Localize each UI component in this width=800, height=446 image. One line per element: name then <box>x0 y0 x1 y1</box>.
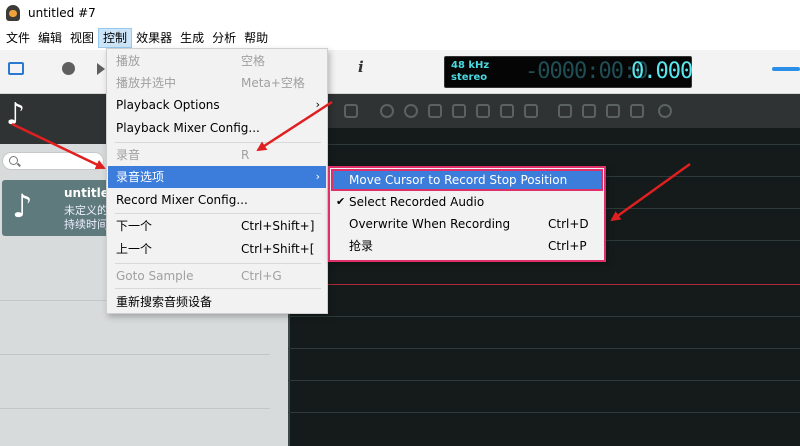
menu-item-playback-mixer-config[interactable]: Playback Mixer Config... <box>108 117 326 139</box>
menu-help[interactable]: 帮助 <box>240 28 272 48</box>
submenu-item-select-recorded-audio[interactable]: ✔ Select Recorded Audio <box>331 191 603 213</box>
undo-icon[interactable] <box>380 104 394 118</box>
time-display: 48 kHz stereo -0000:00:0 0.000 <box>444 56 693 88</box>
menu-item-play[interactable]: 播放 空格 <box>108 50 326 72</box>
delete-icon[interactable] <box>500 104 514 118</box>
music-note-icon: ♪ <box>6 97 26 132</box>
editor-toolbar <box>288 94 800 128</box>
time-readout-dim: -0000:00:0 <box>525 59 648 84</box>
menu-bar: 文件 编辑 视图 控制 效果器 生成 分析 帮助 <box>0 28 800 48</box>
record-icon[interactable] <box>62 62 75 75</box>
chevron-right-icon: › <box>315 98 320 111</box>
window-title: untitled #7 <box>28 6 96 20</box>
menu-file[interactable]: 文件 <box>2 28 34 48</box>
menu-item-record[interactable]: 录音 R <box>108 144 326 166</box>
menu-separator <box>115 213 321 214</box>
title-bar: untitled #7 <box>0 0 800 26</box>
crop-icon[interactable] <box>524 104 538 118</box>
grid-line <box>288 316 800 317</box>
menu-item-next[interactable]: 下一个 Ctrl+Shift+] <box>108 215 326 237</box>
sample-search-input[interactable] <box>2 152 104 170</box>
checkmark-icon: ✔ <box>336 195 346 208</box>
fade-out-icon[interactable] <box>630 104 644 118</box>
menu-item-goto-sample[interactable]: Goto Sample Ctrl+G <box>108 265 326 287</box>
app-logo-icon <box>6 5 20 21</box>
menu-item-playback-options[interactable]: Playback Options › <box>108 94 326 116</box>
grid-line <box>288 412 800 413</box>
music-note-icon: ♪ <box>12 187 33 225</box>
fade-in-icon[interactable] <box>606 104 620 118</box>
channel-separator <box>288 284 800 285</box>
submenu-item-overwrite-when-recording[interactable]: Overwrite When Recording Ctrl+D <box>331 213 603 235</box>
menu-view[interactable]: 视图 <box>66 28 98 48</box>
control-menu-dropdown: 播放 空格 播放并选中 Meta+空格 Playback Options › P… <box>106 48 328 314</box>
record-options-submenu: Move Cursor to Record Stop Position ✔ Se… <box>328 166 606 262</box>
list-divider <box>0 408 270 409</box>
menu-item-previous[interactable]: 上一个 Ctrl+Shift+[ <box>108 238 326 260</box>
cut-icon[interactable] <box>428 104 442 118</box>
redo-icon[interactable] <box>404 104 418 118</box>
layout-toggle-icon[interactable] <box>8 62 24 75</box>
level-meter[interactable] <box>772 67 800 71</box>
menu-separator <box>115 142 321 143</box>
channels-label: stereo <box>451 72 488 83</box>
submenu-item-move-cursor-to-record-stop[interactable]: Move Cursor to Record Stop Position <box>331 169 603 191</box>
menu-generate[interactable]: 生成 <box>176 28 208 48</box>
menu-effects[interactable]: 效果器 <box>132 28 176 48</box>
menu-analyze[interactable]: 分析 <box>208 28 240 48</box>
info-icon[interactable]: i <box>358 58 364 76</box>
menu-control[interactable]: 控制 <box>98 28 133 48</box>
menu-item-record-options[interactable]: 录音选项 › <box>108 166 326 188</box>
menu-item-rescan-audio-devices[interactable]: 重新搜索音频设备 <box>108 291 326 313</box>
waveform-editor[interactable] <box>288 94 800 446</box>
submenu-item-punch-record[interactable]: 抢录 Ctrl+P <box>331 235 603 257</box>
grid-line <box>288 380 800 381</box>
silence-icon[interactable] <box>558 104 572 118</box>
sample-rate-label: 48 kHz <box>451 60 490 71</box>
sample-duration: 持续时间 <box>64 218 108 231</box>
copy-icon[interactable] <box>452 104 466 118</box>
app-window: untitled #7 文件 编辑 视图 控制 效果器 生成 分析 帮助 i 4… <box>0 0 800 446</box>
normalize-icon[interactable] <box>658 104 672 118</box>
menu-edit[interactable]: 编辑 <box>34 28 66 48</box>
grid-line <box>288 348 800 349</box>
zoom-icon[interactable] <box>344 104 358 118</box>
menu-item-record-mixer-config[interactable]: Record Mixer Config... <box>108 189 326 211</box>
time-readout: 0.000 <box>631 59 693 84</box>
chevron-right-icon: › <box>315 170 320 183</box>
paste-icon[interactable] <box>476 104 490 118</box>
sample-list-item[interactable]: ♪ untitled 未定义的 持续时间 <box>2 180 118 236</box>
search-icon <box>9 156 18 165</box>
play-icon[interactable] <box>97 63 105 75</box>
volume-icon[interactable] <box>582 104 596 118</box>
menu-separator <box>115 288 321 289</box>
grid-line <box>288 144 800 145</box>
menu-item-play-selection[interactable]: 播放并选中 Meta+空格 <box>108 72 326 94</box>
menu-separator <box>115 263 321 264</box>
list-divider <box>0 354 270 355</box>
